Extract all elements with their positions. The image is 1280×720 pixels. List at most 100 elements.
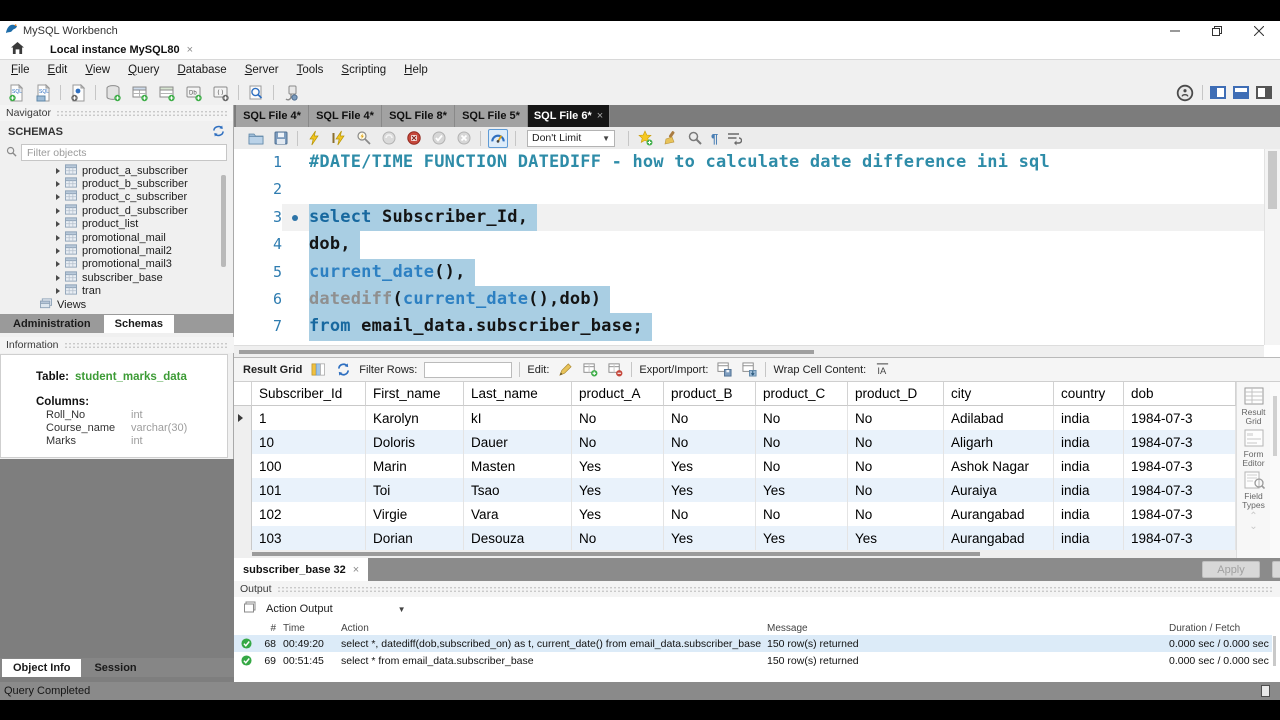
tab-object-info[interactable]: Object Info — [2, 659, 82, 677]
grid-cell[interactable]: No — [572, 526, 664, 550]
execute-current-statement-icon[interactable] — [330, 129, 348, 147]
output-row[interactable]: 68 00:49:20 select *, datediff(dob,subscri… — [234, 635, 1272, 652]
grid-data-row[interactable]: 102 Virgie Vara Yes No No No Aurangabad india 198… — [234, 502, 1236, 526]
row-selector-cell[interactable] — [234, 454, 252, 478]
open-file-icon[interactable] — [247, 129, 265, 147]
side-tool-field-types[interactable]: Field Types — [1237, 471, 1270, 510]
expand-arrow-icon[interactable] — [56, 221, 60, 228]
grid-cell[interactable]: india — [1054, 502, 1124, 526]
grid-cell[interactable]: Marin — [366, 454, 464, 478]
grid-cell[interactable]: 1984-07-3 — [1124, 430, 1236, 454]
grid-horizontal-scrollbar[interactable] — [234, 550, 1236, 558]
output-row[interactable]: 69 00:51:45 select * from email_data.subsc… — [234, 652, 1272, 669]
row-selector-cell[interactable] — [234, 430, 252, 454]
tab-schemas[interactable]: Schemas — [103, 315, 174, 333]
delete-row-icon[interactable] — [606, 361, 624, 379]
grid-cell[interactable]: No — [756, 406, 848, 430]
create-function-icon[interactable]: () — [211, 83, 231, 102]
menu-edit[interactable]: Edit — [39, 64, 77, 76]
grid-cell[interactable]: 1984-07-3 — [1124, 526, 1236, 550]
restore-button[interactable] — [1196, 21, 1238, 40]
toggle-sidebar-icon[interactable] — [1210, 86, 1226, 99]
row-selector-cell[interactable] — [234, 526, 252, 550]
grid-cell[interactable]: No — [848, 478, 944, 502]
sql-editor[interactable]: 1 #DATE/TIME FUNCTION DATEDIFF - how to c… — [234, 149, 1264, 345]
grid-cell[interactable]: No — [572, 430, 664, 454]
tree-item-promotional_mail[interactable]: promotional_mail — [0, 231, 234, 244]
grid-data-row[interactable]: 101 Toi Tsao Yes Yes Yes No Auraiya india 1984-07… — [234, 478, 1236, 502]
grid-cell[interactable]: Auraiya — [944, 478, 1054, 502]
menu-database[interactable]: Database — [168, 64, 235, 76]
sql-file-tab[interactable]: SQL File 6* × — [528, 105, 610, 127]
grid-cell[interactable]: No — [664, 430, 756, 454]
grid-cell[interactable]: Yes — [756, 526, 848, 550]
explain-query-icon[interactable] — [355, 129, 373, 147]
menu-file[interactable]: File — [2, 64, 39, 76]
find-icon[interactable] — [686, 129, 704, 147]
grid-cell[interactable]: Desouza — [464, 526, 572, 550]
grid-cell[interactable]: No — [664, 502, 756, 526]
add-row-icon[interactable] — [581, 361, 599, 379]
grid-cell[interactable]: No — [848, 406, 944, 430]
expand-arrow-icon[interactable] — [56, 194, 60, 201]
revert-button-partial[interactable] — [1272, 561, 1280, 578]
execute-query-icon[interactable] — [305, 129, 323, 147]
home-icon[interactable] — [11, 41, 24, 59]
editor-vertical-scrollbar[interactable] — [1264, 149, 1280, 345]
side-tool-form-editor[interactable]: Form Editor — [1237, 429, 1270, 468]
grid-cell[interactable]: Ashok Nagar — [944, 454, 1054, 478]
grid-cell[interactable]: No — [756, 430, 848, 454]
grid-cell[interactable]: Vara — [464, 502, 572, 526]
grid-data-row[interactable]: 100 Marin Masten Yes Yes No No Ashok Nagar india… — [234, 454, 1236, 478]
grid-cell[interactable]: Aurangabad — [944, 526, 1054, 550]
add-snippet-icon[interactable] — [636, 129, 654, 147]
grid-cell[interactable]: No — [756, 454, 848, 478]
grid-cell[interactable]: india — [1054, 454, 1124, 478]
open-sql-script-icon[interactable]: SQL — [33, 83, 53, 102]
editor-horizontal-scrollbar[interactable] — [234, 345, 1264, 357]
refresh-schemas-icon[interactable] — [212, 124, 225, 140]
menu-view[interactable]: View — [76, 64, 119, 76]
grid-cell[interactable]: No — [664, 406, 756, 430]
save-file-icon[interactable] — [272, 129, 290, 147]
grid-cell[interactable]: Aurangabad — [944, 502, 1054, 526]
sql-file-tab[interactable]: SQL File 8* — [382, 105, 455, 127]
stop-query-icon[interactable] — [380, 129, 398, 147]
grid-cell[interactable]: Tsao — [464, 478, 572, 502]
grid-header-cell[interactable]: Subscriber_Id — [252, 382, 366, 406]
grid-cell[interactable]: Yes — [664, 478, 756, 502]
grid-cell[interactable]: Yes — [848, 526, 944, 550]
grid-header-cell[interactable]: product_B — [664, 382, 756, 406]
side-tool-result-grid[interactable]: Result Grid — [1237, 387, 1270, 426]
filter-rows-input[interactable] — [424, 361, 513, 378]
grid-cell[interactable]: Virgie — [366, 502, 464, 526]
expand-arrow-icon[interactable] — [56, 274, 60, 281]
grid-cell[interactable]: No — [848, 454, 944, 478]
result-tab-close-icon[interactable]: × — [353, 564, 359, 576]
search-data-icon[interactable] — [246, 83, 266, 102]
grid-cell[interactable]: Yes — [664, 454, 756, 478]
grid-cell[interactable]: Dauer — [464, 430, 572, 454]
grid-cell[interactable]: Aligarh — [944, 430, 1054, 454]
sql-file-tab[interactable]: SQL File 5* — [455, 105, 528, 127]
grid-header-cell[interactable]: First_name — [366, 382, 464, 406]
toggle-secondary-sidebar-icon[interactable] — [1256, 86, 1272, 99]
grid-cell[interactable]: india — [1054, 430, 1124, 454]
grid-cell[interactable]: Yes — [756, 478, 848, 502]
grid-cell[interactable]: 102 — [252, 502, 366, 526]
output-scrollbar[interactable] — [1273, 636, 1276, 666]
toggle-output-panel-icon[interactable] — [1233, 86, 1249, 99]
grid-header-cell[interactable]: country — [1054, 382, 1124, 406]
grid-cell[interactable]: No — [848, 502, 944, 526]
minimize-button[interactable] — [1154, 21, 1196, 40]
grid-header-cell[interactable]: product_D — [848, 382, 944, 406]
grid-data-row[interactable]: 103 Dorian Desouza No Yes Yes Yes Aurangabad ind… — [234, 526, 1236, 550]
grid-cell[interactable]: No — [572, 406, 664, 430]
grid-cell[interactable]: Doloris — [366, 430, 464, 454]
grid-cell[interactable]: 101 — [252, 478, 366, 502]
grid-cell[interactable]: 1 — [252, 406, 366, 430]
grid-cell[interactable]: Adilabad — [944, 406, 1054, 430]
grid-cell[interactable]: india — [1054, 406, 1124, 430]
connection-tab[interactable]: Local instance MySQL80 × — [50, 44, 193, 56]
expand-arrow-icon[interactable] — [56, 181, 60, 188]
